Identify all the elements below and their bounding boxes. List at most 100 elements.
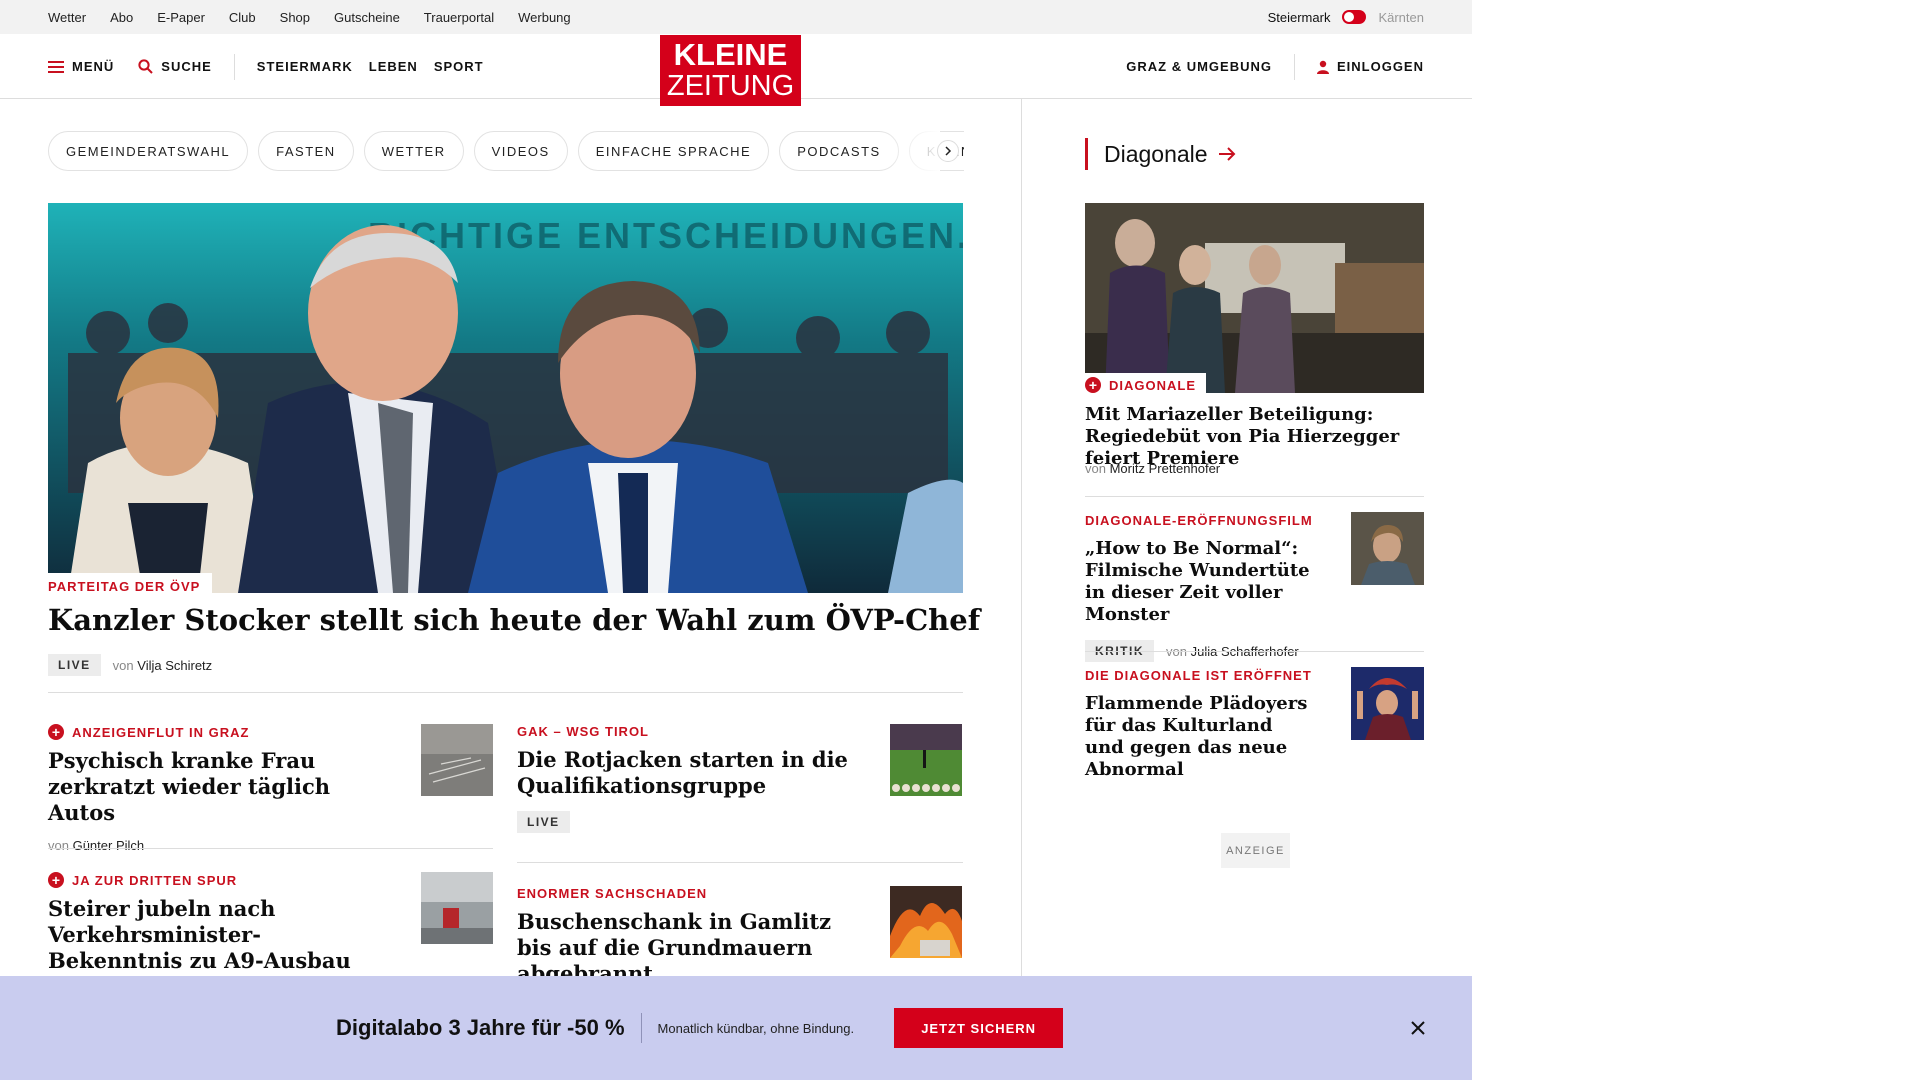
film-still-photo: [1085, 203, 1424, 393]
site: Wetter Abo E-Paper Club Shop Gutscheine …: [0, 0, 1472, 1080]
hero-image[interactable]: RICHTIGE ENTSCHEIDUNGEN.: [48, 203, 963, 593]
sidebar-teaser-roofline: DIAGONALE-ERÖFFNUNGSFILM: [1085, 513, 1313, 528]
utility-link-wetter[interactable]: Wetter: [48, 10, 86, 25]
region-inactive-label[interactable]: Kärnten: [1378, 10, 1424, 25]
header-right: GRAZ & UMGEBUNG EINLOGGEN: [1126, 34, 1424, 99]
banner-content: Digitalabo 3 Jahre für -50 % Monatlich k…: [336, 1008, 1064, 1048]
chip-wetter[interactable]: WETTER: [363, 131, 464, 171]
hero-divider: [48, 692, 963, 693]
utility-link-club[interactable]: Club: [229, 10, 256, 25]
teaser-meta: LIVE: [517, 811, 962, 833]
header-divider-right: [1293, 53, 1295, 80]
teaser-roofline-text: ENORMER SACHSCHADEN: [517, 886, 708, 901]
teaser-roofline-text: JA ZUR DRITTEN SPUR: [72, 872, 238, 888]
stage-performer-photo: [1351, 667, 1424, 740]
chips-fade: [880, 131, 940, 171]
byline-author: Günter Pilch: [72, 838, 145, 853]
chip-videos[interactable]: VIDEOS: [473, 131, 568, 171]
utility-link-abo[interactable]: Abo: [110, 10, 133, 25]
empty-viewport-area: [1472, 0, 1920, 1080]
teaser-divider: [517, 862, 963, 863]
section-title: Diagonale: [1104, 140, 1208, 167]
sidebar-teaser[interactable]: DIE DIAGONALE IST ERÖFFNET Flammende Plä…: [1085, 667, 1424, 780]
sidebar-divider: [1085, 651, 1424, 652]
teaser-divider: [48, 848, 493, 849]
search-label: SUCHE: [161, 59, 212, 74]
fire-photo: [890, 886, 962, 958]
login-label: EINLOGGEN: [1336, 59, 1424, 74]
sidebar-image[interactable]: [1085, 203, 1424, 393]
chips-next-button[interactable]: [937, 140, 959, 162]
teaser-card[interactable]: GAK – WSG TIROL Die Rotjacken starten in…: [517, 724, 962, 848]
byline-author: Vilja Schiretz: [137, 657, 213, 673]
banner-cta-button[interactable]: JETZT SICHERN: [894, 1008, 1064, 1048]
site-logo[interactable]: KLEINE ZEITUNG: [660, 35, 801, 106]
teaser-headline[interactable]: Steirer jubeln nach Verkehrsminister-Bek…: [48, 896, 388, 974]
teaser-thumbnail[interactable]: [421, 724, 493, 796]
header-divider: [233, 53, 235, 80]
section-header-diagonale[interactable]: Diagonale: [1085, 138, 1236, 170]
plus-icon: +: [48, 724, 64, 740]
utility-link-shop[interactable]: Shop: [280, 10, 310, 25]
teaser-live-badge: LIVE: [517, 811, 570, 833]
hero-headline[interactable]: Kanzler Stocker stellt sich heute der Wa…: [48, 603, 980, 637]
nav-item-steiermark[interactable]: STEIERMARK: [257, 59, 353, 74]
hero-roofline-text: PARTEITAG DER ÖVP: [48, 579, 201, 594]
nav-item-sport[interactable]: SPORT: [434, 59, 484, 74]
teaser-meta: von Günter Pilch: [48, 838, 493, 853]
teaser-headline[interactable]: Die Rotjacken starten in die Qualifikati…: [517, 747, 857, 799]
banner-close-button[interactable]: [1406, 1016, 1430, 1040]
region-switch: Steiermark Kärnten: [1268, 0, 1424, 34]
user-icon: [1316, 60, 1329, 74]
chip-fasten[interactable]: FASTEN: [258, 131, 354, 171]
chip-einfache-sprache[interactable]: EINFACHE SPRACHE: [577, 131, 770, 171]
close-icon: [1411, 1021, 1425, 1035]
car-scratch-photo: [421, 724, 493, 796]
menu-label: MENÜ: [72, 59, 115, 74]
sidebar-divider: [1085, 496, 1424, 497]
subscription-banner: Digitalabo 3 Jahre für -50 % Monatlich k…: [0, 976, 1472, 1080]
teaser-thumbnail[interactable]: [890, 724, 962, 796]
teaser-headline[interactable]: Psychisch kranke Frau zerkratzt wieder t…: [48, 748, 388, 826]
logo-line-1: KLEINE: [673, 37, 788, 72]
sidebar-teaser-roofline: DIE DIAGONALE IST ERÖFFNET: [1085, 668, 1312, 683]
search-button[interactable]: SUCHE: [138, 59, 212, 74]
teaser-card[interactable]: + ANZEIGENFLUT IN GRAZ Psychisch kranke …: [48, 724, 493, 853]
sidebar-teaser-thumbnail[interactable]: [1351, 512, 1424, 585]
hero-banner-text: RICHTIGE ENTSCHEIDUNGEN.: [368, 215, 963, 256]
teaser-card[interactable]: + JA ZUR DRITTEN SPUR Steirer jubeln nac…: [48, 872, 493, 974]
utility-link-trauerportal[interactable]: Trauerportal: [424, 10, 494, 25]
sidebar-teaser[interactable]: DIAGONALE-ERÖFFNUNGSFILM „How to Be Norm…: [1085, 512, 1424, 662]
utility-link-gutscheine[interactable]: Gutscheine: [334, 10, 400, 25]
sidebar-teaser-headline[interactable]: „How to Be Normal“: Filmische Wundertüte…: [1085, 538, 1315, 626]
region-active-label[interactable]: Steiermark: [1268, 10, 1331, 25]
local-region-link[interactable]: GRAZ & UMGEBUNG: [1126, 59, 1272, 74]
teaser-thumbnail[interactable]: [421, 872, 493, 944]
film-portrait-photo: [1351, 512, 1424, 585]
banner-title: Digitalabo 3 Jahre für -50 %: [336, 1015, 625, 1040]
plus-icon: +: [48, 872, 64, 888]
login-button[interactable]: EINLOGGEN: [1316, 59, 1424, 74]
utility-link-epaper[interactable]: E-Paper: [157, 10, 205, 25]
chip-gemeinderatswahl[interactable]: GEMEINDERATSWAHL: [48, 131, 249, 171]
nav-item-leben[interactable]: LEBEN: [369, 59, 418, 74]
region-toggle[interactable]: [1342, 10, 1367, 24]
teaser-roofline-text: GAK – WSG TIROL: [517, 724, 649, 739]
sidebar-teaser-headline[interactable]: Flammende Plädoyers für das Kulturland u…: [1085, 693, 1315, 781]
sidebar-roofline-text: DIAGONALE: [1109, 377, 1196, 393]
search-icon: [138, 59, 153, 74]
byline-author: Moritz Prettenhofer: [1109, 461, 1221, 476]
utility-link-werbung[interactable]: Werbung: [518, 10, 571, 25]
teaser-thumbnail[interactable]: [890, 886, 962, 958]
menu-button[interactable]: MENÜ: [48, 59, 114, 74]
logo-line-2: ZEITUNG: [666, 70, 795, 102]
byline-prefix: von: [1085, 461, 1106, 476]
topic-chips: GEMEINDERATSWAHL FASTEN WETTER VIDEOS EI…: [48, 131, 964, 171]
teaser-card[interactable]: ENORMER SACHSCHADEN Buschenschank in Gam…: [517, 886, 962, 986]
hero-photo: RICHTIGE ENTSCHEIDUNGEN.: [48, 203, 963, 593]
sidebar-roofline: + DIAGONALE: [1085, 373, 1206, 395]
hero-byline: von Vilja Schiretz: [113, 658, 213, 673]
highway-photo: [421, 872, 493, 944]
chevron-right-icon: [945, 146, 952, 156]
sidebar-teaser-thumbnail[interactable]: [1351, 667, 1424, 740]
